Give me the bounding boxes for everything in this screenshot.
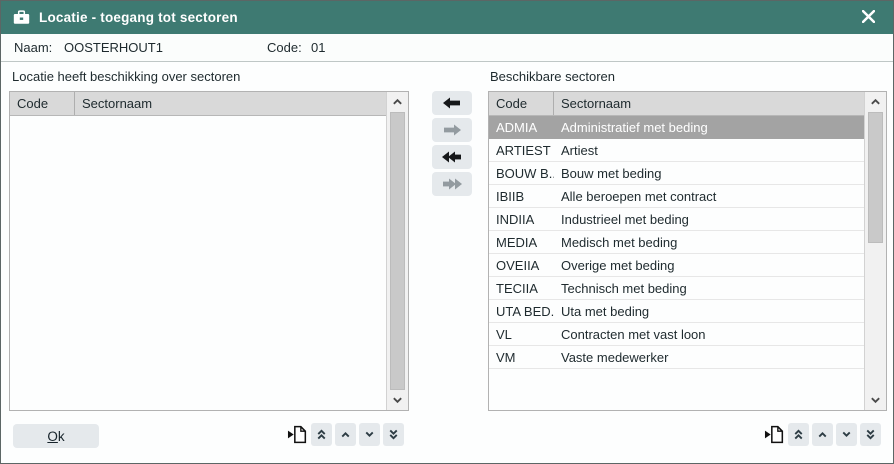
scrollbar-down-icon[interactable] <box>387 390 408 410</box>
table-row[interactable]: ADMIAAdministratief met beding <box>489 116 864 139</box>
table-row[interactable]: INDIIAIndustrieel met beding <box>489 208 864 231</box>
available-sectors-table: Code Sectornaam ADMIAAdministratief met … <box>488 91 887 411</box>
cell-code: OVEIIA <box>489 258 554 273</box>
chevron-double-down-icon <box>864 427 877 442</box>
goto-record-button[interactable] <box>286 423 308 446</box>
close-button[interactable] <box>856 6 881 30</box>
scrollbar-track[interactable] <box>868 112 883 390</box>
close-icon <box>862 10 875 26</box>
assigned-sectors-table: Code Sectornaam <box>9 91 409 411</box>
table-body <box>10 116 386 410</box>
left-panel-title: Locatie heeft beschikking over sectoren <box>12 69 240 84</box>
double-arrow-left-icon <box>442 151 462 163</box>
cell-code: ADMIA <box>489 120 554 135</box>
briefcase-icon <box>13 10 30 25</box>
naam-value: OOSTERHOUT1 <box>64 40 163 55</box>
titlebar: Locatie - toegang tot sectoren <box>1 1 893 34</box>
cell-sectornaam: Medisch met beding <box>554 235 864 250</box>
row-up-button[interactable] <box>812 423 833 446</box>
chevron-up-icon <box>816 428 829 441</box>
chevron-double-up-icon <box>792 427 805 442</box>
row-down-button[interactable] <box>836 423 857 446</box>
scrollbar[interactable] <box>386 92 408 410</box>
naam-label: Naam: <box>14 40 52 55</box>
scrollbar-thumb[interactable] <box>868 112 883 243</box>
chevron-double-up-icon <box>315 427 328 442</box>
dialog-window: Locatie - toegang tot sectoren Naam: OOS… <box>0 0 894 464</box>
scrollbar-track[interactable] <box>390 112 405 390</box>
code-label: Code: <box>267 40 302 55</box>
cell-sectornaam: Industrieel met beding <box>554 212 864 227</box>
cell-code: VM <box>489 350 554 365</box>
page-last-button[interactable] <box>860 423 881 446</box>
chevron-down-icon <box>363 428 376 441</box>
row-up-button[interactable] <box>335 423 356 446</box>
table-header: Code Sectornaam <box>10 92 386 116</box>
table-body: ADMIAAdministratief met bedingARTIESTArt… <box>489 116 864 410</box>
column-header-sectornaam[interactable]: Sectornaam <box>554 92 864 115</box>
row-down-button[interactable] <box>359 423 380 446</box>
table-row[interactable]: VLContracten met vast loon <box>489 323 864 346</box>
column-header-code[interactable]: Code <box>489 92 554 115</box>
cell-sectornaam: Contracten met vast loon <box>554 327 864 342</box>
cell-sectornaam: Vaste medewerker <box>554 350 864 365</box>
table-row[interactable]: ARTIESTArtiest <box>489 139 864 162</box>
cell-code: VL <box>489 327 554 342</box>
move-left-button[interactable] <box>432 91 472 115</box>
scrollbar-thumb[interactable] <box>390 112 405 390</box>
page-last-button[interactable] <box>383 423 404 446</box>
page-first-button[interactable] <box>788 423 809 446</box>
table-row[interactable]: BOUW B...Bouw met beding <box>489 162 864 185</box>
chevron-double-down-icon <box>387 427 400 442</box>
table-row[interactable]: UTA BED...Uta met beding <box>489 300 864 323</box>
cell-code: BOUW B... <box>489 166 554 181</box>
cell-code: IBIIB <box>489 189 554 204</box>
column-header-code[interactable]: Code <box>10 92 75 115</box>
table-header: Code Sectornaam <box>489 92 864 116</box>
cell-code: MEDIA <box>489 235 554 250</box>
cell-sectornaam: Uta met beding <box>554 304 864 319</box>
column-header-sectornaam[interactable]: Sectornaam <box>75 92 386 115</box>
scrollbar-down-icon[interactable] <box>865 390 886 410</box>
scrollbar-up-icon[interactable] <box>387 92 408 112</box>
move-all-right-button[interactable] <box>432 172 472 196</box>
arrow-left-icon <box>442 97 462 109</box>
cell-sectornaam: Technisch met beding <box>554 281 864 296</box>
right-panel-title: Beschikbare sectoren <box>490 69 615 84</box>
table-row[interactable]: MEDIAMedisch met beding <box>489 231 864 254</box>
table-row[interactable]: TECIIATechnisch met beding <box>489 277 864 300</box>
window-title: Locatie - toegang tot sectoren <box>39 10 238 25</box>
move-all-left-button[interactable] <box>432 145 472 169</box>
info-bar: Naam: OOSTERHOUT1 Code: 01 <box>1 34 893 62</box>
transfer-button-group <box>432 91 472 196</box>
code-value: 01 <box>311 40 325 55</box>
cell-sectornaam: Overige met beding <box>554 258 864 273</box>
goto-record-icon <box>764 424 785 445</box>
cell-code: UTA BED... <box>489 304 554 319</box>
left-nav-button-group <box>286 423 404 446</box>
chevron-up-icon <box>339 428 352 441</box>
chevron-down-icon <box>840 428 853 441</box>
table-row[interactable]: IBIIBAlle beroepen met contract <box>489 185 864 208</box>
goto-record-button[interactable] <box>763 423 785 446</box>
cell-sectornaam: Alle beroepen met contract <box>554 189 864 204</box>
cell-code: ARTIEST <box>489 143 554 158</box>
table-row[interactable]: OVEIIAOverige met beding <box>489 254 864 277</box>
cell-code: TECIIA <box>489 281 554 296</box>
scrollbar[interactable] <box>864 92 886 410</box>
table-row[interactable]: VMVaste medewerker <box>489 346 864 369</box>
move-right-button[interactable] <box>432 118 472 142</box>
cell-sectornaam: Bouw met beding <box>554 166 864 181</box>
cell-code: INDIIA <box>489 212 554 227</box>
page-first-button[interactable] <box>311 423 332 446</box>
scrollbar-up-icon[interactable] <box>865 92 886 112</box>
double-arrow-right-icon <box>442 178 462 190</box>
cell-sectornaam: Administratief met beding <box>554 120 864 135</box>
cell-sectornaam: Artiest <box>554 143 864 158</box>
ok-button[interactable]: Ok <box>13 424 99 448</box>
arrow-right-icon <box>442 124 462 136</box>
right-nav-button-group <box>763 423 881 446</box>
goto-record-icon <box>287 424 308 445</box>
